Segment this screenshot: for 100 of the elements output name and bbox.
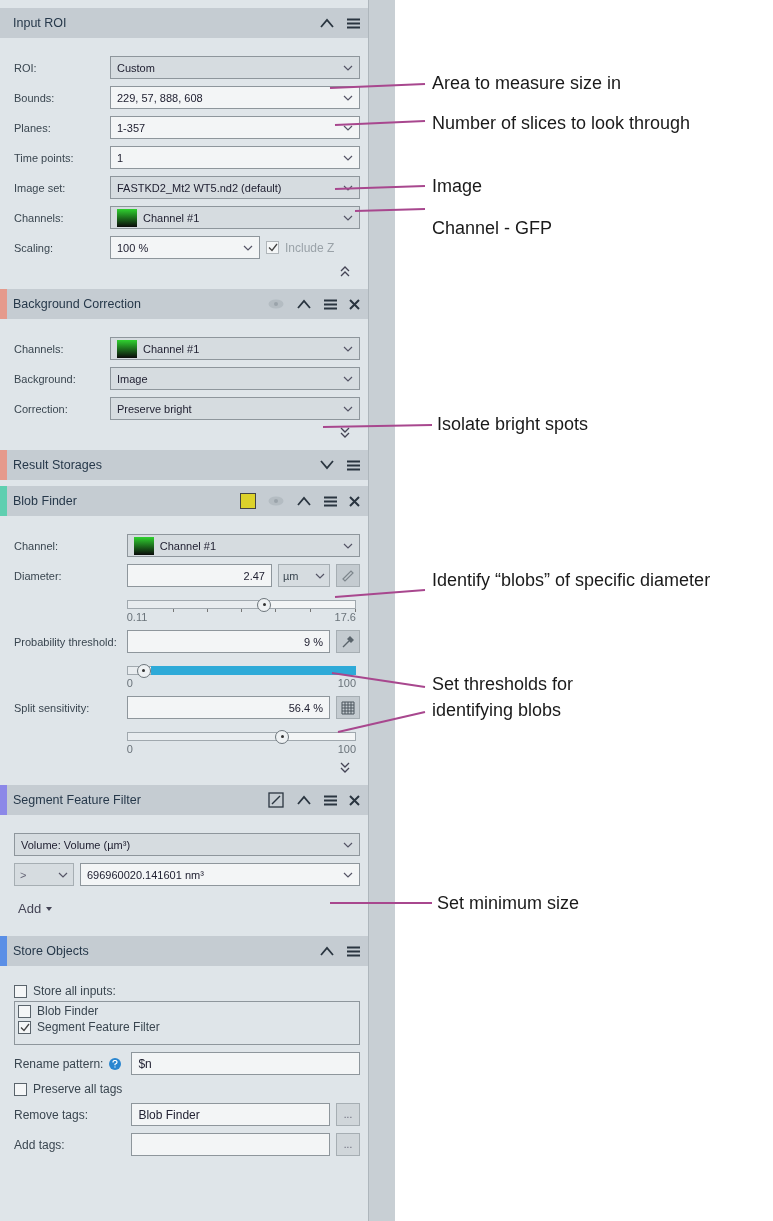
checkbox-label: Include Z [285,240,335,255]
list-item[interactable]: Blob Finder [37,1004,99,1018]
browse-button[interactable]: ... [336,1103,360,1126]
slider-min-label: 0.11 [126,611,148,623]
number-field[interactable]: 9 % [126,630,330,653]
chevron-down-icon [343,184,353,191]
menu-icon[interactable] [324,495,337,507]
checkbox[interactable] [18,1004,31,1018]
color-swatch[interactable] [240,493,256,509]
dropdown-field[interactable]: Channel #1 [110,337,360,360]
dropdown-field[interactable]: Custom [110,56,360,79]
menu-icon[interactable] [347,17,360,29]
number-field[interactable]: 56.4 % [126,696,330,719]
help-icon[interactable] [109,1057,122,1070]
expand-icon[interactable] [319,460,335,470]
list-item[interactable]: Segment Feature Filter [37,1020,160,1034]
ruler-icon [341,568,355,583]
field-label: Channels: [14,342,65,355]
scrollbar[interactable] [368,0,395,1221]
checkbox-label: Store all inputs: [33,984,116,998]
dropdown-field[interactable]: Preserve bright [110,397,360,420]
menu-icon[interactable] [347,945,360,957]
field-label: Diameter: [14,569,63,582]
slider-thumb[interactable] [136,663,151,678]
leader-line [354,208,426,212]
number-field[interactable]: 2.47 [126,564,272,587]
slider-thumb[interactable] [275,729,290,744]
annotation-text: Set minimum size [437,892,581,915]
unit-dropdown[interactable]: µm [278,564,330,587]
tool-button[interactable] [336,696,360,719]
dropdown-field[interactable]: Image [110,367,360,390]
collapse-icon[interactable] [319,946,335,956]
section-header[interactable]: Background Correction [0,289,368,319]
field-label: Planes: [14,121,52,134]
chevron-down-icon [343,405,353,412]
annotation-text: Area to measure size in [432,72,623,95]
text-field[interactable]: Blob Finder [131,1103,330,1126]
section-header[interactable]: Store Objects [0,936,368,966]
close-icon[interactable] [349,495,360,507]
value-field[interactable]: 696960020.141601 nm³ [80,863,360,886]
menu-icon[interactable] [324,794,337,806]
field-label: ROI: [14,61,38,74]
section-header[interactable]: Segment Feature Filter [0,785,368,815]
collapse-icon[interactable] [296,496,312,506]
checkbox[interactable] [14,1082,27,1096]
section-header[interactable]: Input ROI [0,8,368,38]
section-header[interactable]: Result Storages [0,450,368,480]
slider-max-label: 17.6 [334,611,356,623]
menu-icon[interactable] [347,459,360,471]
section-header[interactable]: Blob Finder [0,486,368,516]
checkbox[interactable] [18,1020,31,1034]
browse-button[interactable]: ... [336,1133,360,1156]
double-chevron-down-icon[interactable] [340,427,350,438]
field-label: Background: [14,372,77,385]
caret-icon [46,906,53,911]
collapse-icon[interactable] [296,795,312,805]
double-chevron-down-icon[interactable] [340,762,350,773]
annotation-text: Image [432,175,484,198]
text-field[interactable] [131,1133,330,1156]
field-label: Add tags: [14,1137,65,1152]
annotation-text: Identify “blobs” of specific diameter [432,569,712,592]
operator-dropdown[interactable]: > [14,863,74,886]
text-field[interactable]: $n [131,1052,360,1075]
chevron-down-icon [343,375,353,382]
dropdown-field[interactable]: Volume: Volume (µm³) [14,833,360,856]
field-label: Channel: [14,539,60,552]
chevron-down-icon [58,871,68,878]
dropdown-field[interactable]: 1-357 [110,116,360,139]
chevron-down-icon [343,154,353,161]
grid-icon [341,700,355,715]
dropdown-field[interactable]: FASTKD2_Mt2 WT5.nd2 (default) [110,176,360,199]
field-label: Probability threshold: [14,635,117,648]
collapse-icon[interactable] [319,18,335,28]
field-label: Channels: [14,211,65,224]
edit-icon[interactable] [268,792,284,808]
slider-thumb[interactable] [257,597,272,612]
slider-max-label: 100 [337,743,356,755]
field-label: Correction: [14,402,69,415]
add-menu-button[interactable]: Add [14,893,57,924]
dropdown-field[interactable]: Channel #1 [126,534,360,557]
chevron-down-icon [243,244,253,251]
dropdown-field[interactable]: Channel #1 [110,206,360,229]
menu-icon[interactable] [324,298,337,310]
chevron-down-icon [315,572,325,579]
collapse-icon[interactable] [296,299,312,309]
double-chevron-up-icon[interactable] [340,266,350,277]
chevron-down-icon [343,345,353,352]
close-icon[interactable] [349,794,360,806]
tool-button[interactable] [336,630,360,653]
annotation-text: Set thresholds for identifying blobs [432,673,575,722]
dropdown-field[interactable]: 1 [110,146,360,169]
chevron-down-icon [343,94,353,101]
close-icon[interactable] [349,298,360,310]
field-label: Time points: [14,151,75,164]
field-label: Remove tags: [14,1107,89,1122]
checkbox[interactable] [14,984,27,998]
dropdown-field[interactable]: 229, 57, 888, 608 [110,86,360,109]
chevron-down-icon [343,542,353,549]
chevron-down-icon [343,871,353,878]
eyedropper-icon [341,634,355,649]
